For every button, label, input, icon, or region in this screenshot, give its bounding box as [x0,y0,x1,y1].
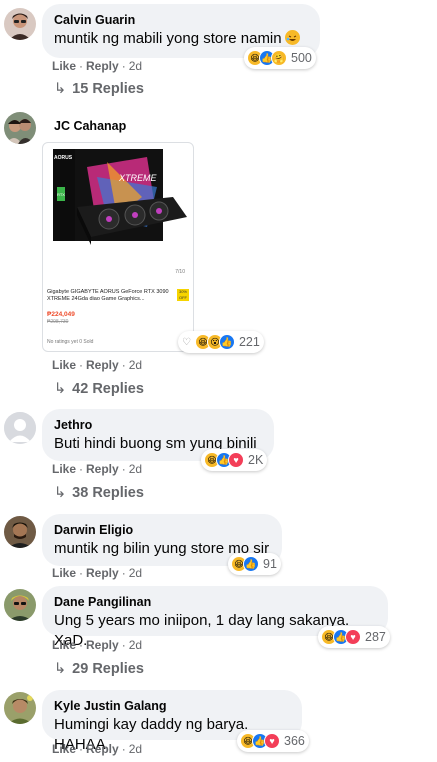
comment-time[interactable]: 2d [129,566,142,580]
comment-time[interactable]: 2d [129,358,142,372]
reaction-summary[interactable]: 😆 👍 ♥ 287 [318,626,390,648]
comment-time[interactable]: 2d [129,59,142,73]
comment-time[interactable]: 2d [129,742,142,756]
reply-arrow-icon: ↳ [54,485,67,501]
like-reaction-icon: 👍 [243,556,259,572]
reaction-count: 287 [365,630,386,644]
like-reaction-icon: 👍 [218,334,235,350]
avatar[interactable] [4,412,36,444]
reply-button[interactable]: Reply [86,638,119,652]
comment-actions: Like · Reply · 2d [52,566,143,580]
discount-badge: 30% OFF [177,289,189,301]
box-brand-label: AORUS [54,155,73,161]
replies-count: 29 Replies [72,661,144,677]
replies-count: 38 Replies [72,485,144,501]
image-page-indicator: 7/10 [175,269,185,275]
reaction-count: 91 [263,557,277,571]
comment-actions: Like · Reply · 2d [52,59,143,73]
product-meta: No ratings yet 0 Sold [47,339,94,345]
heart-outline-icon: ♡ [182,336,191,348]
reaction-summary[interactable]: ♡ 😆 😮 👍 221 [178,331,264,353]
reply-button[interactable]: Reply [86,358,119,372]
reaction-summary[interactable]: 😆 👍 🤗 500 [244,47,316,69]
reaction-count: 366 [284,734,305,748]
comment-time[interactable]: 2d [129,462,142,476]
comment-author[interactable]: Calvin Guarin [54,12,308,28]
rolling-laughing-emoji-icon [284,30,300,45]
comment-author[interactable]: JC Cahanap [54,118,126,134]
avatar[interactable] [4,8,36,40]
like-button[interactable]: Like [52,59,76,73]
reaction-count: 500 [291,51,312,65]
box-rtx-label: RTX [57,192,65,197]
replies-count: 15 Replies [72,81,144,97]
avatar[interactable] [4,516,36,548]
reaction-count: 221 [238,335,260,349]
comment-author[interactable]: Jethro [54,417,262,433]
comment-text-content: muntik ng mabili yong store namin [54,30,282,47]
like-button[interactable]: Like [52,638,76,652]
replies-count: 42 Replies [72,381,144,397]
like-button[interactable]: Like [52,566,76,580]
view-replies-link[interactable]: ↳ 29 Replies [54,660,144,678]
reaction-summary[interactable]: 😆 👍 ♥ 366 [237,730,309,752]
reply-button[interactable]: Reply [86,566,119,580]
reaction-summary[interactable]: 😆 👍 91 [228,553,281,575]
view-replies-link[interactable]: ↳ 42 Replies [54,380,144,398]
care-reaction-icon: 🤗 [271,50,287,66]
avatar[interactable] [4,589,36,621]
comment-actions: Like · Reply · 2d [52,462,143,476]
avatar[interactable] [4,692,36,724]
love-reaction-icon: ♥ [228,452,244,468]
reaction-count: 2K [248,453,264,467]
view-replies-link[interactable]: ↳ 15 Replies [54,80,144,98]
reaction-summary[interactable]: 😆 👍 ♥ 2K [201,449,268,471]
reply-button[interactable]: Reply [86,59,119,73]
reply-arrow-icon: ↳ [54,381,67,397]
product-name: Gigabyte GIGABYTE AORUS GeForce RTX 3090… [47,289,169,302]
box-model-label: XTREME [118,173,158,183]
product-old-price: ₱298,730 [47,319,69,325]
comment-actions: Like · Reply · 2d [52,638,143,652]
comment-author[interactable]: Kyle Justin Galang [54,698,290,714]
reply-arrow-icon: ↳ [54,81,67,97]
love-reaction-icon: ♥ [264,733,280,749]
love-reaction-icon: ♥ [345,629,361,645]
like-button[interactable]: Like [52,358,76,372]
avatar[interactable] [4,112,36,144]
comment-time[interactable]: 2d [129,638,142,652]
comment-text: muntik ng mabili yong store namin [54,29,308,49]
view-replies-link[interactable]: ↳ 38 Replies [54,484,144,502]
comment-author[interactable]: Dane Pangilinan [54,594,376,610]
graphics-card-product-image: RTX AORUS XTREME [47,147,191,275]
comment-actions: Like · Reply · 2d [52,742,143,756]
comment-actions: Like · Reply · 2d [52,358,143,372]
reply-arrow-icon: ↳ [54,661,67,677]
like-button[interactable]: Like [52,462,76,476]
reply-button[interactable]: Reply [86,742,119,756]
product-price: ₱224,049 [47,311,75,318]
comment-author[interactable]: Darwin Eligio [54,522,270,538]
attached-image[interactable]: RTX AORUS XTREME 7/10 Gigabyte GIGABYTE … [42,142,194,352]
like-button[interactable]: Like [52,742,76,756]
reply-button[interactable]: Reply [86,462,119,476]
